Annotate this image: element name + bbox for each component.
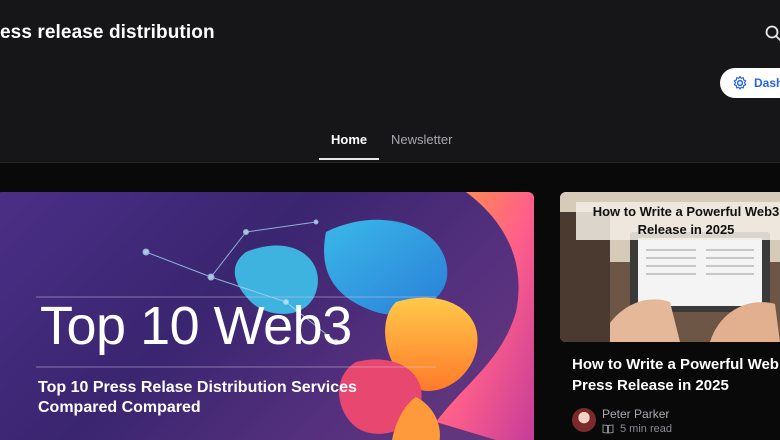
site-title[interactable]: ess release distribution <box>0 22 215 44</box>
featured-image-headline: Top 10 Web3 <box>40 296 352 356</box>
search-button[interactable] <box>764 24 780 44</box>
dashboard-label: Dash <box>754 76 780 90</box>
tab-newsletter[interactable]: Newsletter <box>391 130 452 160</box>
search-icon <box>765 25 780 41</box>
side-article-title[interactable]: How to Write a Powerful Web Press Releas… <box>572 354 780 396</box>
featured-image-subtitle: Top 10 Press Relase Distribution Service… <box>38 379 357 416</box>
read-time-row: 5 min read <box>602 423 672 435</box>
read-time: 5 min read <box>620 423 672 435</box>
side-article-image-caption: How to Write a Powerful Web3 Release in … <box>576 202 780 240</box>
avatar[interactable] <box>572 408 596 432</box>
gear-icon <box>733 75 747 90</box>
author-name[interactable]: Peter Parker <box>602 407 669 421</box>
dashboard-button[interactable]: Dash <box>720 68 780 98</box>
book-icon <box>602 424 614 434</box>
main-nav: Home Newsletter <box>0 130 780 162</box>
tab-home[interactable]: Home <box>318 130 380 160</box>
